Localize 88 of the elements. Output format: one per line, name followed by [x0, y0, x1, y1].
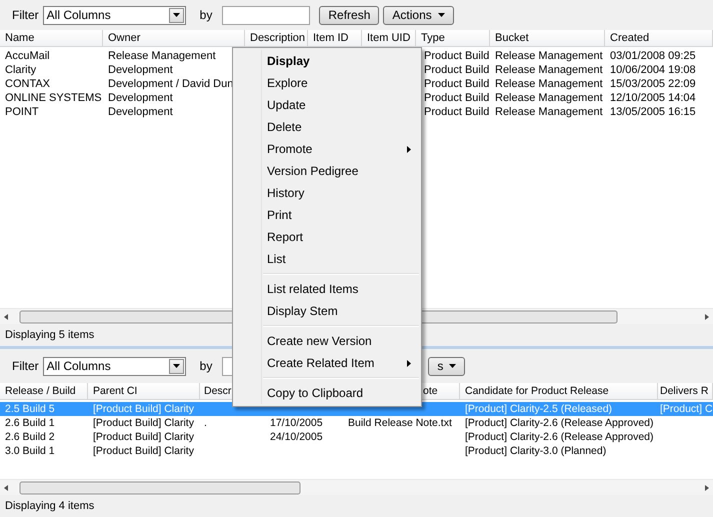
column-header[interactable]: Parent CI: [93, 385, 138, 397]
caret-icon: [449, 364, 456, 368]
table-cell: CONTAX: [5, 78, 50, 90]
menu-item[interactable]: Display: [233, 50, 421, 72]
search-field[interactable]: [222, 6, 310, 24]
filter-dropdown[interactable]: All Columns: [42, 356, 186, 376]
table-cell: [Product Build] Clarity: [93, 431, 194, 443]
table-cell: 3.0 Build 1: [5, 445, 55, 457]
menu-item[interactable]: Report: [233, 226, 421, 248]
table-cell: 24/10/2005: [270, 431, 323, 443]
table-cell: POINT: [5, 106, 39, 118]
table-cell: Product Build: [424, 50, 490, 62]
table-cell: .: [204, 417, 207, 429]
table-cell: 2.6 Build 1: [5, 417, 55, 429]
menu-item[interactable]: Promote: [233, 138, 421, 160]
menu-item[interactable]: List: [233, 248, 421, 270]
table-cell: AccuMail: [5, 50, 50, 62]
menu-item[interactable]: Version Pedigree: [233, 160, 421, 182]
refresh-button[interactable]: Refresh: [319, 6, 380, 24]
table-cell: Clarity: [5, 64, 36, 76]
submenu-arrow-icon: [407, 360, 411, 366]
by-label: by: [200, 359, 212, 373]
table-cell: 12/10/2005 14:04: [610, 92, 696, 104]
table-cell: [Product] Clarity-2.6 (Release Approved): [465, 431, 654, 443]
column-header[interactable]: Item ID: [313, 32, 348, 44]
table-cell: Development: [108, 106, 173, 118]
table-cell: 15/03/2005 22:09: [610, 78, 696, 90]
caret-icon: [172, 364, 180, 368]
filter-label: Filter: [12, 359, 39, 373]
table-cell: [Product] Clarity-3.0 (Planned): [465, 445, 606, 457]
table-cell: [Product Build] Clarity: [93, 445, 194, 457]
menu-item[interactable]: History: [233, 182, 421, 204]
caret-icon: [438, 13, 445, 17]
table-cell: Release Management: [495, 64, 603, 76]
menu-item[interactable]: Update: [233, 94, 421, 116]
table-cell: 2.5 Build 5: [5, 403, 55, 415]
table-cell: Build Release Note.txt: [348, 417, 452, 429]
table-cell: Release Management: [108, 50, 216, 62]
menu-item[interactable]: Create Related Item: [233, 352, 421, 374]
column-header[interactable]: Item UID: [367, 32, 410, 44]
column-header[interactable]: Descr: [204, 385, 232, 397]
table-cell: ONLINE SYSTEMS: [5, 92, 102, 104]
table-cell: Release Management: [495, 106, 603, 118]
menu-item[interactable]: Explore: [233, 72, 421, 94]
table-cell: 10/06/2004 19:08: [610, 64, 696, 76]
menu-item[interactable]: Display Stem: [233, 300, 421, 322]
table-cell: Development: [108, 64, 173, 76]
column-header[interactable]: Type: [421, 32, 445, 44]
menu-item[interactable]: List related Items: [233, 278, 421, 300]
table-cell: 03/01/2008 09:25: [610, 50, 696, 62]
column-header[interactable]: Description: [250, 32, 306, 44]
actions-button[interactable]: Actions: [383, 6, 454, 24]
menu-item[interactable]: Copy to Clipboard: [233, 382, 421, 404]
column-header[interactable]: Owner: [108, 32, 140, 44]
column-header[interactable]: ote: [423, 385, 438, 397]
column-header[interactable]: Bucket: [495, 32, 529, 44]
table-cell: 2.6 Build 2: [5, 431, 55, 443]
table-cell: Release Management: [495, 50, 603, 62]
column-header[interactable]: Candidate for Product Release: [465, 385, 609, 397]
table-cell: [Product Build] Clarity: [93, 417, 194, 429]
column-header[interactable]: Created: [610, 32, 650, 44]
table-cell: Development: [108, 92, 173, 104]
table-cell: Product Build: [424, 64, 490, 76]
table-cell: Release Management: [495, 78, 603, 90]
table-cell: Product Build: [424, 78, 490, 90]
submenu-arrow-icon: [407, 146, 411, 152]
actions-button[interactable]: s: [428, 356, 466, 376]
table-cell: 13/05/2005 16:15: [610, 106, 696, 118]
table-cell: [Product] Clarity-2.6 (Release Approved): [465, 417, 654, 429]
table-cell: [Product] Clarity-2.5 (Released): [465, 403, 612, 415]
status-text: Displaying 5 items: [5, 329, 94, 341]
table-cell: Release Management: [495, 92, 603, 104]
table-cell: Product Build: [424, 92, 490, 104]
column-header[interactable]: Name: [5, 32, 34, 44]
caret-icon: [172, 13, 180, 17]
menu-item[interactable]: Delete: [233, 116, 421, 138]
column-header[interactable]: Release / Build: [5, 385, 76, 397]
table-cell: 17/10/2005: [270, 417, 323, 429]
menu-item[interactable]: Print: [233, 204, 421, 226]
table-cell: [Product] C: [660, 403, 713, 415]
menu-item[interactable]: Create new Version: [233, 330, 421, 352]
by-label: by: [200, 8, 212, 22]
table-cell: [Product Build] Clarity: [93, 403, 194, 415]
filter-dropdown[interactable]: All Columns: [42, 6, 186, 24]
status-text: Displaying 4 items: [5, 500, 94, 512]
table-cell: Product Build: [424, 106, 490, 118]
column-header[interactable]: Delivers R: [660, 385, 708, 397]
filter-label: Filter: [12, 8, 39, 22]
